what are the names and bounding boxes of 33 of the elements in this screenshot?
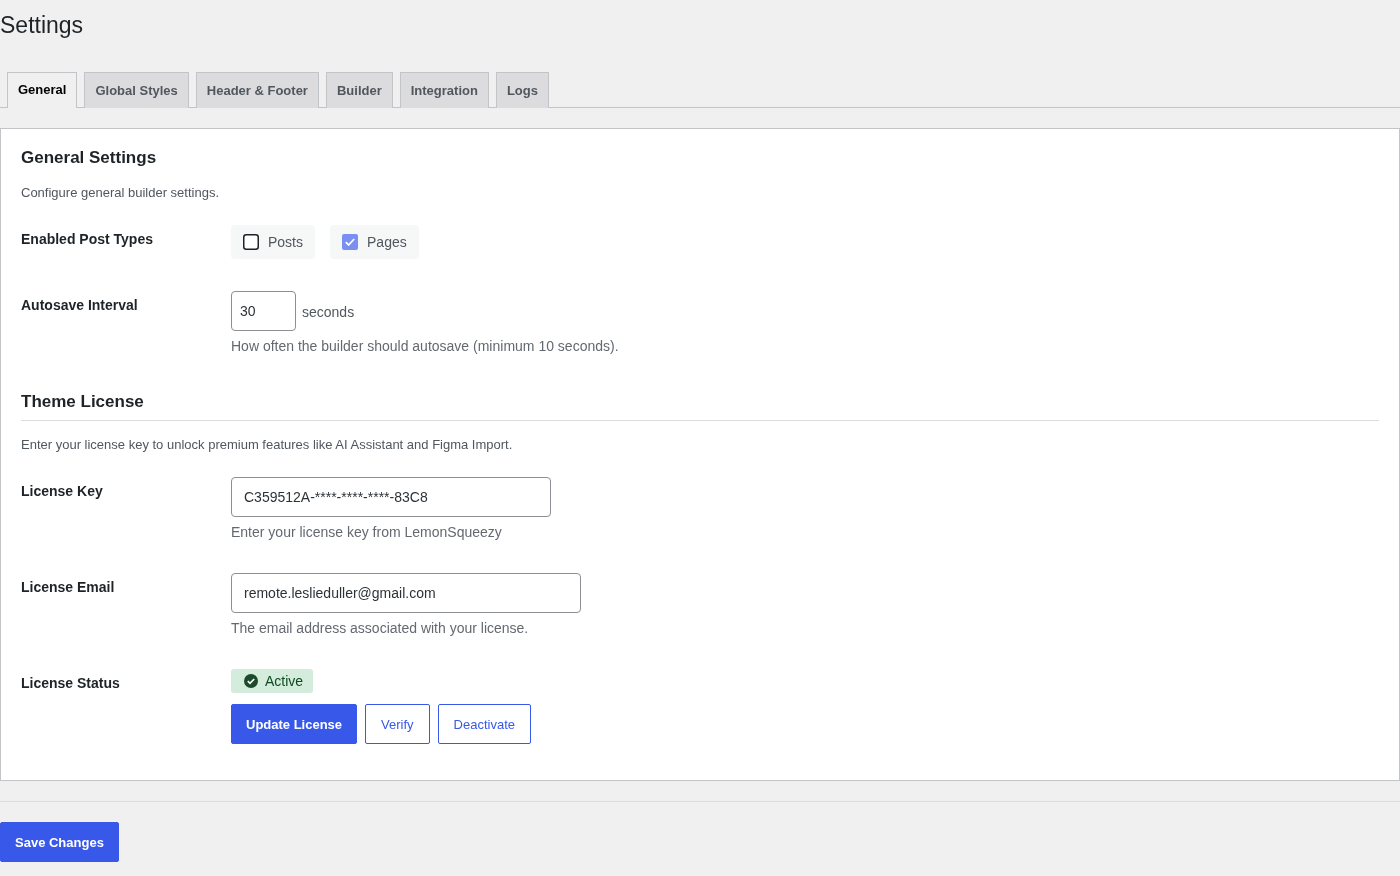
checkbox[interactable] <box>243 234 259 250</box>
tab[interactable]: Header & Footer <box>195 72 319 108</box>
tab[interactable]: Logs <box>495 72 549 108</box>
text-input[interactable]: C359512A-****-****-****-83C8 <box>231 477 551 517</box>
field-label: License Email <box>21 578 116 597</box>
page-title: Settings <box>0 11 85 40</box>
help-text: Enter your license key from LemonSqueezy <box>231 523 503 541</box>
tab[interactable]: Global Styles <box>84 72 189 108</box>
help-text: How often the builder should autosave (minimum 10 seconds). <box>231 337 620 355</box>
primary-button[interactable]: Update License <box>231 704 358 744</box>
field-label: License Key <box>21 482 104 501</box>
section-description: Configure general builder settings. <box>21 184 220 202</box>
section-description: Enter your license key to unlock premium features like AI Assistant and Figma Import. <box>21 436 514 454</box>
section-heading: Theme License <box>21 391 1379 421</box>
status-text: Active <box>265 672 304 690</box>
field-label: Enabled Post Types <box>21 230 154 249</box>
checkbox-option[interactable]: Pages <box>330 225 419 259</box>
field-label: License Status <box>21 674 121 693</box>
secondary-button[interactable]: Verify <box>365 704 430 744</box>
unit-text: seconds <box>302 303 355 320</box>
tab[interactable]: General <box>7 72 78 108</box>
section-heading: General Settings <box>21 147 158 169</box>
field-label: Autosave Interval <box>21 296 139 315</box>
secondary-button[interactable]: Deactivate <box>437 704 532 744</box>
help-text: The email address associated with your license. <box>231 619 530 637</box>
tab[interactable]: Integration <box>399 72 489 108</box>
number-input[interactable]: 30 <box>231 291 296 331</box>
checkbox[interactable] <box>342 234 358 250</box>
tab[interactable]: Builder <box>325 72 393 108</box>
save-button[interactable]: Save Changes <box>0 822 119 862</box>
email-input[interactable]: remote.leslieduller@gmail.com <box>231 573 581 613</box>
check-circle-icon <box>244 674 258 688</box>
checkbox-option[interactable]: Posts <box>231 225 315 259</box>
